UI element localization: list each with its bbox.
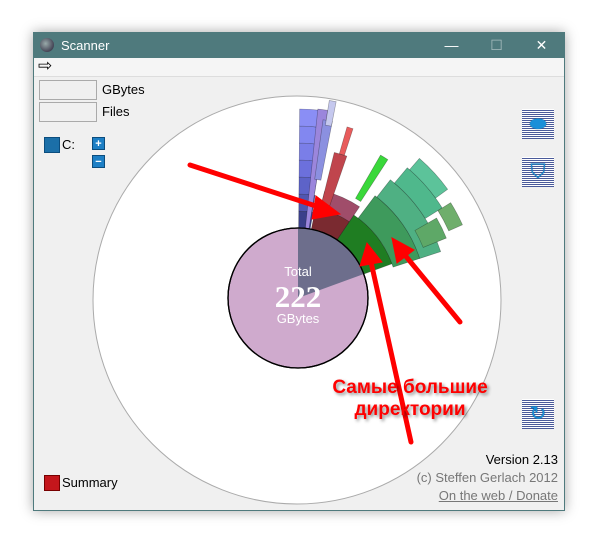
summary-icon[interactable] [44,475,60,491]
annotation-line-2: директории [354,399,466,420]
total-label: Total [284,264,312,279]
expand-button[interactable]: + [92,137,105,150]
disk-icon: ⬬ [529,113,547,135]
delete-button[interactable]: ⛉ [522,157,554,187]
annotation-line-1: Самые большие [332,377,488,398]
drive-select-button[interactable]: ⬬ [522,109,554,139]
summary-label[interactable]: Summary [62,475,118,490]
trash-icon: ⛉ [530,161,546,183]
total-value: 222 [275,279,322,314]
files-field [39,102,97,122]
refresh-icon: ↻ [529,403,547,425]
total-unit: GBytes [277,311,320,326]
drive-icon[interactable] [44,137,60,153]
version-text: Version 2.13 [485,452,558,467]
gbytes-field [39,80,97,100]
gbytes-label: GBytes [102,82,145,97]
annotation-text: Самые большие директории [300,377,520,421]
drive-label[interactable]: C: [62,137,75,152]
refresh-button[interactable]: ↻ [522,399,554,429]
collapse-button[interactable]: − [92,155,105,168]
files-label: Files [102,104,130,119]
web-donate-link[interactable]: On the web / Donate [0,488,558,503]
